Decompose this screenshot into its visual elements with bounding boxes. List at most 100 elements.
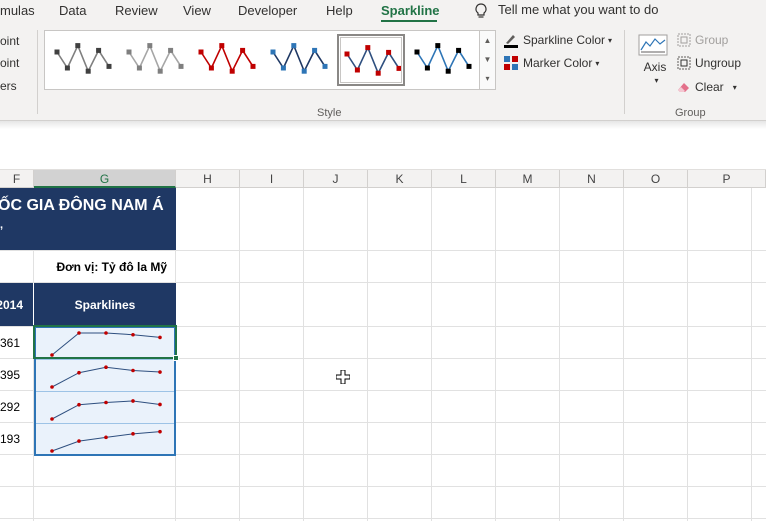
ribbon-item-high-point[interactable]: oint <box>0 34 19 48</box>
sparkline-marker <box>50 385 54 389</box>
value-cell[interactable]: 292 <box>0 391 34 422</box>
ribbon: oint oint ers ▲ ▼ ▾ Style Sparkline Colo… <box>0 24 766 121</box>
group-group-label: Group <box>675 107 706 119</box>
sparkline-style-option[interactable] <box>409 34 477 86</box>
tab-developer[interactable]: Developer <box>238 3 297 18</box>
axis-button[interactable]: Axis ▾ <box>638 34 672 85</box>
value-cell[interactable]: 395 <box>0 359 34 390</box>
sparkline-marker <box>50 449 54 453</box>
sparkline-marker <box>77 370 81 375</box>
column-header-k[interactable]: K <box>368 170 432 188</box>
column-header-n[interactable]: N <box>560 170 624 188</box>
eraser-icon <box>678 83 689 92</box>
sparkline-style-option[interactable] <box>193 34 261 86</box>
ribbon-shadow <box>0 121 766 129</box>
group-separator <box>624 30 625 114</box>
sparkline-color-label: Sparkline Color <box>523 33 606 47</box>
tab-help[interactable]: Help <box>326 3 353 18</box>
clear-button[interactable]: Clear ▾ <box>677 80 737 94</box>
sparkline-style-option[interactable] <box>121 34 189 86</box>
column-header-f[interactable]: F <box>0 170 34 188</box>
axis-icon <box>638 34 668 56</box>
header-year-cell[interactable]: 2014 <box>0 283 34 326</box>
sparkline-style-gallery: ▲ ▼ ▾ <box>44 30 496 90</box>
sparkline-color-button[interactable]: Sparkline Color ▾ <box>503 32 612 48</box>
gridline <box>0 518 766 519</box>
style-preview-icon <box>414 43 472 74</box>
value-cell[interactable]: 193 <box>0 423 34 454</box>
sparkline-marker <box>104 435 108 440</box>
sparkline-marker <box>77 439 81 443</box>
chevron-down-icon: ▾ <box>732 82 737 92</box>
tab-formulas[interactable]: mulas <box>0 3 35 18</box>
ribbon-item-low-point[interactable]: oint <box>0 56 19 70</box>
sparkline-marker <box>77 402 81 407</box>
sparkline-marker <box>50 417 54 421</box>
style-preview-icon <box>198 43 256 74</box>
cell-cursor-icon <box>336 370 350 384</box>
gridline <box>0 486 766 487</box>
value-cell[interactable]: 361 <box>0 327 34 358</box>
gallery-scrollbar: ▲ ▼ ▾ <box>479 31 495 89</box>
ungroup-label: Ungroup <box>695 56 742 70</box>
column-header-j[interactable]: J <box>304 170 368 188</box>
worksheet-grid[interactable]: ỐC GIA ĐÔNG NAM Á , Đơn vị: Tỷ đô la Mỹ … <box>0 188 766 521</box>
gridline <box>495 188 496 521</box>
gridline <box>239 188 240 521</box>
sparkline-cell[interactable] <box>36 360 174 392</box>
gridline <box>367 188 368 521</box>
sparkline-marker <box>104 400 108 405</box>
group-button[interactable]: Group <box>677 33 728 47</box>
group-icon <box>677 33 691 47</box>
ribbon-item-markers[interactable]: ers <box>0 79 17 93</box>
column-header-p[interactable]: P <box>688 170 766 188</box>
sparkline-line <box>51 366 161 388</box>
axis-label: Axis <box>643 60 667 74</box>
gallery-up-button[interactable]: ▲ <box>480 31 495 50</box>
style-preview-icon <box>126 43 184 74</box>
sparkline-cell[interactable] <box>36 424 174 456</box>
lightbulb-icon <box>475 2 487 18</box>
sparkline-style-option[interactable] <box>49 34 117 86</box>
tab-sparkline[interactable]: Sparkline <box>381 3 440 18</box>
sparkline-chart <box>50 365 162 389</box>
marker-color-button[interactable]: Marker Color ▾ <box>503 55 599 71</box>
gridline <box>623 188 624 521</box>
chevron-down-icon: ▾ <box>608 35 613 45</box>
tab-view[interactable]: View <box>183 3 211 18</box>
tab-review[interactable]: Review <box>115 3 158 18</box>
ribbon-tabs: mulas Data Review View Developer Help Sp… <box>0 0 766 24</box>
tell-me-search[interactable]: Tell me what you want to do <box>474 2 658 19</box>
gridline <box>303 188 304 521</box>
clear-label: Clear <box>695 80 724 94</box>
gallery-down-button[interactable]: ▼ <box>480 50 495 69</box>
header-sparklines-cell[interactable]: Sparklines <box>34 283 176 326</box>
sparkline-style-option[interactable] <box>337 34 405 86</box>
gridline <box>559 188 560 521</box>
column-headers: F G H I J K L M N O P <box>0 170 766 188</box>
chevron-down-icon: ▾ <box>654 76 659 85</box>
gridline <box>431 188 432 521</box>
sheet-title: ỐC GIA ĐÔNG NAM Á <box>0 197 164 214</box>
fill-handle[interactable] <box>173 355 179 361</box>
sparkline-line <box>51 431 161 452</box>
unit-cell[interactable]: Đơn vị: Tỷ đô la Mỹ <box>34 251 175 282</box>
ungroup-button[interactable]: Ungroup <box>677 56 741 70</box>
sparkline-chart <box>50 399 162 421</box>
sparkline-marker <box>158 429 162 434</box>
sheet-title-cell[interactable]: ỐC GIA ĐÔNG NAM Á , <box>0 188 176 250</box>
column-header-i[interactable]: I <box>240 170 304 188</box>
column-header-h[interactable]: H <box>176 170 240 188</box>
tab-data[interactable]: Data <box>59 3 86 18</box>
column-header-g[interactable]: G <box>34 170 176 188</box>
active-cell-border <box>33 325 177 359</box>
sparkline-style-option[interactable] <box>265 34 333 86</box>
marker-color-label: Marker Color <box>523 56 593 70</box>
gallery-more-button[interactable]: ▾ <box>480 69 495 88</box>
sparkline-cell[interactable] <box>36 392 174 424</box>
column-header-m[interactable]: M <box>496 170 560 188</box>
column-header-l[interactable]: L <box>432 170 496 188</box>
column-header-o[interactable]: O <box>624 170 688 188</box>
group-label: Group <box>695 33 729 47</box>
marker-color-icon <box>504 56 518 70</box>
